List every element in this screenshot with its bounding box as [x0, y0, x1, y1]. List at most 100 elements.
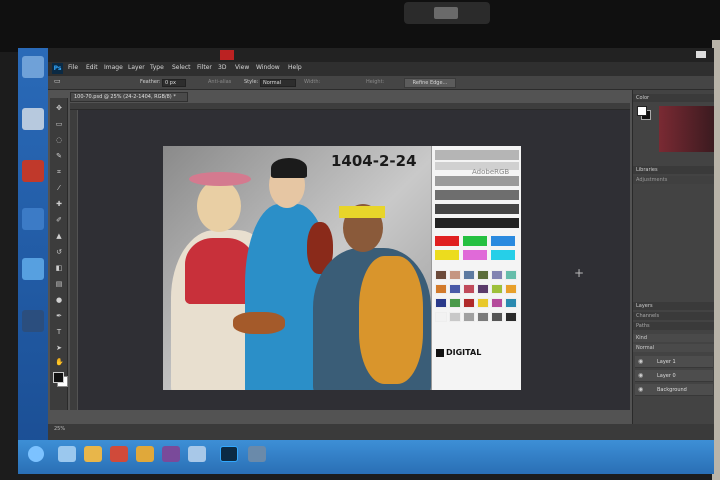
path-select-tool-icon[interactable]: ➤: [55, 344, 63, 352]
refine-edge-button[interactable]: Refine Edge...: [404, 78, 456, 88]
style-select[interactable]: Normal: [260, 79, 296, 87]
taskbar-photoshop-icon[interactable]: [220, 446, 238, 462]
status-bar: 25%: [48, 424, 714, 434]
tab-paths[interactable]: Paths: [633, 322, 714, 330]
taskbar-folder-icon[interactable]: [84, 446, 102, 462]
taskbar-media-icon[interactable]: [162, 446, 180, 462]
dodge-tool-icon[interactable]: ●: [55, 296, 63, 304]
checker-cell: [477, 284, 489, 294]
taskbar-files-icon[interactable]: [188, 446, 206, 462]
taskbar-app-icon[interactable]: [110, 446, 128, 462]
color-picker-field[interactable]: [659, 106, 714, 152]
menu-select[interactable]: Select: [172, 64, 191, 71]
eyedropper-tool-icon[interactable]: ⁄: [55, 184, 63, 192]
photoshop-shortcut-icon[interactable]: [22, 310, 44, 332]
menu-type[interactable]: Type: [150, 64, 164, 71]
menu-image[interactable]: Image: [104, 64, 123, 71]
checker-cell: [491, 312, 503, 322]
toolbox: ✥ ▭ ◌ ✎ ⌗ ⁄ ✚ ✐ ▲ ↺ ◧ ▤ ● ✒ T ➤ ✋: [50, 98, 68, 410]
checker-cell: [435, 270, 447, 280]
gray-stripe: [435, 190, 519, 200]
taskbar-browser-icon[interactable]: [136, 446, 154, 462]
eye-icon[interactable]: ◉: [638, 387, 643, 393]
lasso-tool-icon[interactable]: ◌: [55, 136, 63, 144]
kind-filter[interactable]: Kind: [633, 334, 714, 342]
document-tab[interactable]: 100-70.psd @ 25% (24-2-1404, RGB/8) *: [70, 92, 188, 102]
pen-tool-icon[interactable]: ✒: [55, 312, 63, 320]
menu-file[interactable]: File: [68, 64, 78, 71]
brush-tool-icon[interactable]: ✐: [55, 216, 63, 224]
photoshop-window: Ps File Edit Image Layer Type Select Fil…: [48, 48, 714, 424]
eraser-tool-icon[interactable]: ◧: [55, 264, 63, 272]
zoom-level[interactable]: 25%: [54, 426, 65, 432]
history-brush-tool-icon[interactable]: ↺: [55, 248, 63, 256]
checker-cell: [435, 312, 447, 322]
window-control-icon[interactable]: [696, 51, 706, 58]
tab-layers[interactable]: Layers: [633, 302, 714, 310]
photo-label: 1404-2-24: [331, 152, 417, 170]
checker-cell: [491, 284, 503, 294]
anti-alias-checkbox[interactable]: Anti-alias: [208, 79, 231, 85]
menu-view[interactable]: View: [235, 64, 249, 71]
quick-select-tool-icon[interactable]: ✎: [55, 152, 63, 160]
move-tool-icon[interactable]: ✥: [55, 104, 63, 112]
digital-logo-icon: [436, 349, 444, 357]
menu-layer[interactable]: Layer: [128, 64, 145, 71]
figure-left-head: [197, 180, 241, 232]
screen: Ps File Edit Image Layer Type Select Fil…: [18, 48, 714, 474]
blend-mode-select[interactable]: Normal: [633, 344, 714, 352]
feather-input[interactable]: 0 px: [162, 79, 186, 87]
marquee-tool-icon[interactable]: ▭: [54, 77, 61, 85]
checker-cell: [463, 284, 475, 294]
checker-cell: [477, 312, 489, 322]
cello: [359, 256, 423, 384]
height-label: Height:: [366, 79, 385, 85]
taskbar-window-icon[interactable]: [248, 446, 266, 462]
layer-row[interactable]: ◉ Layer 1: [635, 356, 713, 368]
checker-cell: [463, 298, 475, 308]
panel-foreground-swatch[interactable]: [637, 106, 647, 116]
hand-tool-icon[interactable]: ✋: [55, 358, 64, 366]
type-tool-icon[interactable]: T: [55, 328, 63, 336]
healing-tool-icon[interactable]: ✚: [55, 200, 63, 208]
taskbar-explorer-icon[interactable]: [58, 446, 76, 462]
eye-icon[interactable]: ◉: [638, 373, 643, 379]
app-icon: [220, 50, 234, 60]
menu-help[interactable]: Help: [288, 64, 302, 71]
right-panels: Color Libraries Adjustments Layers Chann…: [632, 90, 714, 424]
menu-filter[interactable]: Filter: [197, 64, 212, 71]
taskbar: [18, 440, 714, 474]
layer-row[interactable]: ◉ Layer 0: [635, 370, 713, 382]
recycle-bin-icon[interactable]: [22, 108, 44, 130]
computer-icon[interactable]: [22, 56, 44, 78]
canvas-area[interactable]: 1404-2-24 AdobeRGB DIGITAL +: [78, 110, 630, 410]
app-shortcut-icon[interactable]: [22, 160, 44, 182]
menu-window[interactable]: Window: [256, 64, 280, 71]
tab-color[interactable]: Color: [633, 94, 714, 102]
monitor-top-bezel: [0, 0, 720, 52]
menu-3d[interactable]: 3D: [218, 64, 226, 71]
marquee-tool-icon[interactable]: ▭: [55, 120, 63, 128]
checker-cell: [505, 298, 517, 308]
layer-row[interactable]: ◉ Background: [635, 384, 713, 396]
checker-cell: [435, 298, 447, 308]
foreground-color-swatch[interactable]: [53, 372, 64, 383]
ps-logo-icon[interactable]: Ps: [52, 63, 63, 74]
layer-name: Background: [657, 387, 687, 393]
tab-channels[interactable]: Channels: [633, 312, 714, 320]
headband: [339, 206, 385, 218]
stamp-tool-icon[interactable]: ▲: [55, 232, 63, 240]
folder-icon[interactable]: [22, 208, 44, 230]
green-swatch: [463, 236, 487, 246]
monitor-bezel: Ps File Edit Image Layer Type Select Fil…: [0, 0, 720, 480]
gradient-tool-icon[interactable]: ▤: [55, 280, 63, 288]
file-icon[interactable]: [22, 258, 44, 280]
webcam-lens: [434, 7, 458, 19]
checker-cell: [435, 284, 447, 294]
start-button-icon[interactable]: [28, 446, 44, 462]
eye-icon[interactable]: ◉: [638, 359, 643, 365]
crop-tool-icon[interactable]: ⌗: [55, 168, 63, 176]
menu-edit[interactable]: Edit: [86, 64, 98, 71]
tab-libraries[interactable]: Libraries: [633, 166, 714, 174]
tab-adjustments[interactable]: Adjustments: [633, 176, 714, 184]
